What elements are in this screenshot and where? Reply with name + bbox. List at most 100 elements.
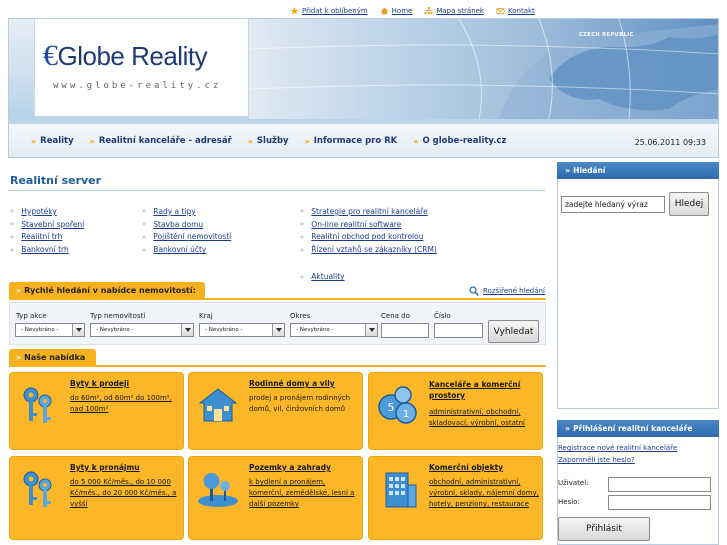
cislo-input[interactable]	[434, 323, 483, 338]
divider	[8, 190, 545, 191]
label-kraj: Kraj	[199, 312, 213, 320]
link-column-3: » Strategie pro realitní kanceláře » On-li…	[300, 205, 437, 283]
kraj-select[interactable]: - Nevybráno -	[199, 323, 285, 337]
magnifier-icon	[469, 286, 479, 296]
toplink-sitemap[interactable]: Mapa stránek	[424, 5, 484, 17]
username-label: Uživatel:	[558, 479, 589, 487]
double-chevron-icon: »	[31, 136, 36, 146]
card-body: prodej a pronájem rodinných domů, vil, č…	[249, 394, 351, 413]
offer-card-kancelare[interactable]: 5 1 Kanceláře a komerční prostory admini…	[368, 372, 543, 450]
card-title[interactable]: Komerční objekty	[429, 463, 503, 472]
advanced-search-link[interactable]: Rozšířené hledání	[469, 286, 545, 296]
password-label: Heslo:	[558, 498, 580, 506]
nav-o-globe-reality[interactable]: » O globe-reality.cz	[413, 136, 506, 146]
svg-text:5: 5	[388, 401, 395, 414]
top-links: Přidat k oblíbeným Home Mapa stránek Kon…	[290, 5, 535, 17]
main-nav: » Reality » Realitní kanceláře - adresář »…	[9, 123, 718, 157]
toplink-favorites[interactable]: Přidat k oblíbeným	[290, 5, 368, 17]
list-item: » Rady a tipy	[142, 206, 196, 216]
login-box-header: » Přihlášení realitní kanceláře	[557, 420, 719, 437]
card-body[interactable]: k bydlení a pronájem, komerční, zeměděls…	[249, 477, 361, 510]
list-item: » Aktuality	[300, 272, 345, 282]
nav-informace-pro-rk[interactable]: » Informace pro RK	[305, 136, 398, 146]
list-item: » Bankovní trh	[10, 245, 69, 255]
nav-sluzby[interactable]: » Služby	[248, 136, 289, 146]
label-okres: Okres	[290, 312, 311, 320]
typ-akce-select[interactable]: - Nevybráno -	[15, 323, 85, 337]
register-link[interactable]: Registrace nové realitní kanceláře	[558, 444, 677, 452]
logo-euro-icon: €	[43, 39, 58, 72]
world-map-image	[249, 19, 718, 119]
quick-search-panel: Typ akce Typ nemovitosti Kraj Okres Cena…	[9, 302, 546, 345]
list-item: » Stavba domu	[142, 219, 204, 229]
card-body[interactable]: obchodní, administrativní, výrobní, skla…	[429, 477, 541, 510]
datetime: 25.06.2011 09:33	[634, 138, 706, 147]
label-cena-do: Cena do	[381, 312, 410, 320]
username-input[interactable]	[608, 477, 711, 492]
chevron-down-icon	[365, 324, 377, 336]
offer-card-pozemky[interactable]: Pozemky a zahrady k bydlení a pronájem, …	[188, 456, 363, 540]
search-input[interactable]: zadejte hledaný výraz	[561, 196, 665, 213]
chevron-down-icon	[272, 324, 284, 336]
label-typ-akce: Typ akce	[16, 312, 47, 320]
list-item: » Hypotéky	[10, 206, 57, 216]
card-body[interactable]: do 5 000 Kč/měs., do 10 000 Kč/měs., do …	[70, 477, 182, 510]
chevron-down-icon	[181, 324, 193, 336]
list-item: » Řízení vztahů se zákazníky (CRM)	[300, 245, 437, 255]
card-title[interactable]: Kanceláře a komerční prostory	[429, 379, 529, 401]
chevron-down-icon	[72, 324, 84, 336]
keys-icon	[23, 387, 52, 423]
login-button[interactable]: Přihlásit	[558, 517, 650, 541]
logo-title: €Globe Reality	[43, 39, 208, 72]
login-box: Registrace nové realitní kanceláře Zapom…	[557, 437, 719, 545]
house-icon	[198, 388, 238, 422]
nav-realitni-kancelare[interactable]: » Realitní kanceláře - adresář	[90, 136, 232, 146]
card-title[interactable]: Rodinné domy a vily	[249, 379, 335, 388]
card-body[interactable]: administrativní, obchodní, skladovací, v…	[429, 407, 541, 429]
keys-icon	[23, 471, 52, 507]
double-chevron-icon: »	[565, 424, 570, 433]
forgot-password-link[interactable]: Zapomněli jste heslo?	[558, 456, 635, 464]
card-title[interactable]: Byty k pronájmu	[70, 463, 140, 472]
label-typ-nemovitosti: Typ nemovitosti	[90, 312, 146, 320]
toplink-contact[interactable]: Kontakt	[496, 5, 535, 17]
offer-card-byty-prodej[interactable]: Byty k prodeji do 60m², od 60m² do 100m²…	[9, 372, 184, 450]
star-icon	[290, 7, 299, 15]
double-chevron-icon: »	[16, 286, 21, 295]
offer-card-rodinne-domy[interactable]: Rodinné domy a vily prodej a pronájem ro…	[188, 372, 363, 450]
double-chevron-icon: »	[247, 136, 253, 146]
list-item: » Bankovní účty	[142, 245, 207, 255]
offer-tab: » Naše nabídka	[9, 349, 96, 366]
nav-reality[interactable]: » Reality	[31, 136, 74, 146]
link-column-1: » Hypotéky » Stavební spoření » Realitní tr…	[10, 205, 84, 256]
list-item: » Stavební spoření	[10, 219, 85, 229]
list-item: » Realitní trh	[10, 232, 63, 242]
okres-select[interactable]: - Nevybráno -	[290, 323, 378, 337]
toplink-home[interactable]: Home	[380, 5, 412, 17]
card-title[interactable]: Byty k prodeji	[70, 379, 129, 388]
house-icon	[380, 7, 389, 15]
divider	[9, 365, 546, 367]
list-item: » Realitní obchod pod kontrolou	[300, 232, 424, 242]
header-banner: CZECH REPUBLIC €Globe Reality www.globe-…	[8, 18, 719, 158]
search-button[interactable]: Hledej	[669, 192, 709, 216]
offer-card-byty-pronajem[interactable]: Byty k pronájmu do 5 000 Kč/měs., do 10 …	[9, 456, 184, 540]
label-cislo: Číslo	[434, 312, 451, 320]
vyhledat-button[interactable]: Vyhledat	[488, 320, 539, 343]
quick-search-tab: » Rychlé hledání v nabídce nemovitostí:	[9, 282, 205, 299]
logo[interactable]: €Globe Reality www.globe-reality.cz	[34, 19, 249, 117]
card-body[interactable]: do 60m², od 60m² do 100m², nad 100m²	[70, 393, 182, 415]
double-chevron-icon: »	[16, 353, 21, 362]
coins-icon: 5 1	[378, 386, 417, 424]
card-title[interactable]: Pozemky a zahrady	[249, 463, 331, 472]
typ-nemovitosti-select[interactable]: - Nevybráno -	[90, 323, 194, 337]
logo-url: www.globe-reality.cz	[53, 81, 222, 91]
cena-do-input[interactable]	[381, 323, 429, 338]
double-chevron-icon: »	[413, 136, 418, 146]
double-chevron-icon: »	[304, 136, 310, 146]
sitemap-icon	[424, 7, 433, 15]
offer-card-komercni-objekty[interactable]: Komerční objekty obchodní, administrativ…	[368, 456, 543, 540]
list-item: » Strategie pro realitní kanceláře	[300, 206, 428, 216]
svg-text:1: 1	[403, 409, 409, 420]
password-input[interactable]	[608, 495, 711, 510]
